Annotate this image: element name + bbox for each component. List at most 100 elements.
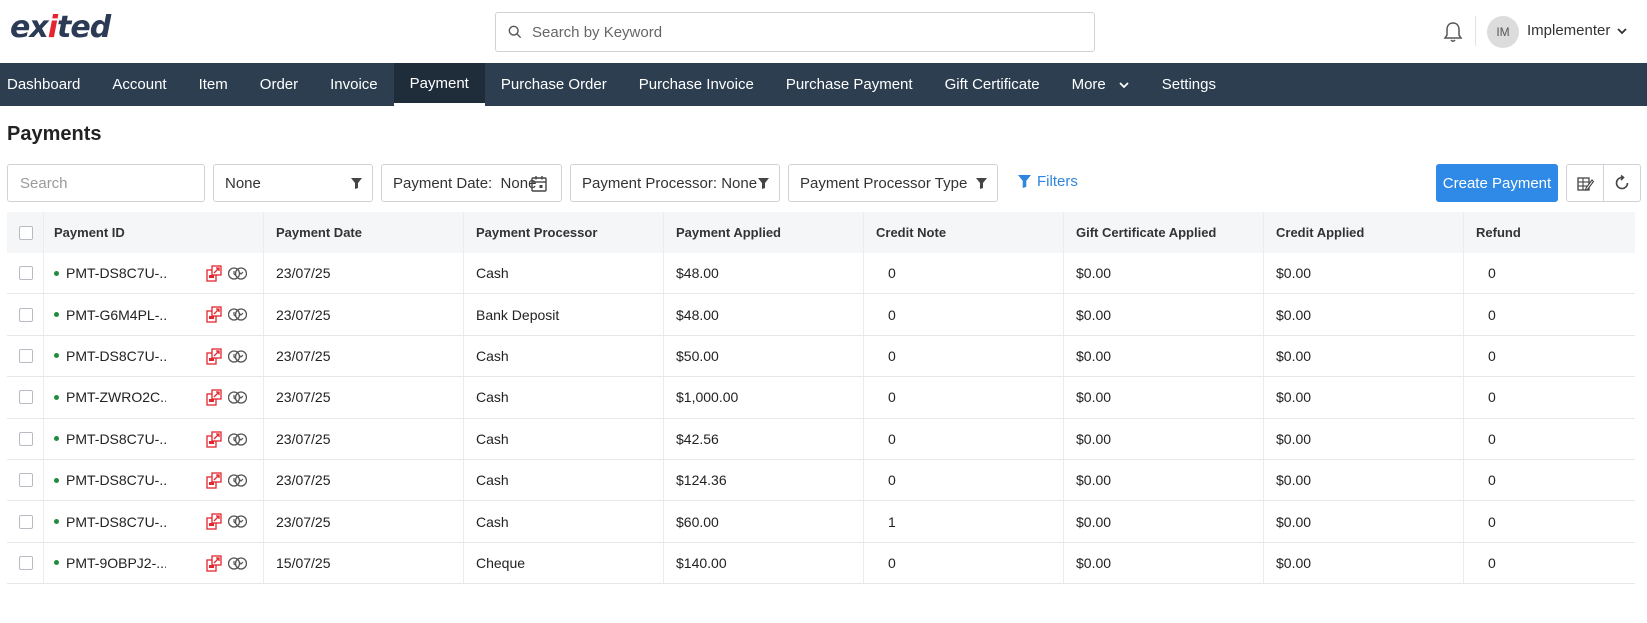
global-search[interactable] <box>495 12 1095 52</box>
table-row[interactable]: PMT-DS8C7U-... 23/07/25 Cash $48.00 0 $0… <box>7 253 1635 295</box>
table-row[interactable]: PMT-G6M4PL-... 23/07/25 Bank Deposit $48… <box>7 294 1635 336</box>
cell-text: $0.00 <box>1076 513 1112 530</box>
row-select-cell <box>7 335 44 377</box>
gift-certificate-cell: $0.00 <box>1064 418 1264 459</box>
filters-link[interactable]: Filters <box>1018 173 1078 190</box>
nav-item-payment[interactable]: Payment <box>393 63 485 106</box>
pdf-export-icon[interactable] <box>206 430 222 448</box>
global-search-input[interactable] <box>532 23 1072 41</box>
pdf-export-icon[interactable] <box>206 472 222 489</box>
pdf-export-icon[interactable] <box>206 389 222 406</box>
payment-id-link[interactable]: PMT-ZWRO2C... <box>66 389 166 405</box>
payment-applied-cell: $48.00 <box>664 294 864 335</box>
row-checkbox[interactable] <box>19 555 33 570</box>
table-row[interactable]: PMT-DS8C7U-... 23/07/25 Cash $60.00 1 $0… <box>7 501 1635 543</box>
pdf-export-icon[interactable] <box>206 555 222 572</box>
table-search[interactable] <box>7 164 205 202</box>
nav-item-account[interactable]: Account <box>96 63 182 106</box>
payment-id-cell: PMT-DS8C7U-... <box>44 253 264 294</box>
table-row[interactable]: PMT-ZWRO2C... 23/07/25 Cash $1,000.00 0 … <box>7 377 1635 419</box>
table-row[interactable]: PMT-DS8C7U-... 23/07/25 Cash $42.56 0 $0… <box>7 418 1635 460</box>
nav-item-invoice[interactable]: Invoice <box>314 63 394 106</box>
cell-text: 0 <box>1488 554 1496 571</box>
payment-id-link[interactable]: PMT-DS8C7U-... <box>66 348 166 364</box>
cell-text: $0.00 <box>1276 347 1312 364</box>
nav-item-purchase-order[interactable]: Purchase Order <box>485 63 623 106</box>
sync-icon[interactable] <box>228 431 247 448</box>
gift-certificate-cell: $0.00 <box>1064 542 1264 584</box>
sync-icon[interactable] <box>228 555 247 572</box>
col-header-payment-id[interactable]: Payment ID <box>44 212 264 253</box>
status-dot <box>54 436 59 442</box>
table-row[interactable]: PMT-9OBPJ2-... 15/07/25 Cheque $140.00 0… <box>7 542 1635 585</box>
row-checkbox[interactable] <box>19 348 33 363</box>
nav-item-order[interactable]: Order <box>244 63 314 106</box>
refresh-button[interactable] <box>1603 164 1641 202</box>
pdf-export-icon[interactable] <box>206 306 222 324</box>
cell-text: $0.00 <box>1076 306 1112 323</box>
nav-item-purchase-payment[interactable]: Purchase Payment <box>770 63 929 106</box>
filter-select[interactable]: None <box>213 164 373 202</box>
col-header-payment-applied[interactable]: Payment Applied <box>664 212 864 253</box>
credit-applied-cell: $0.00 <box>1264 542 1464 584</box>
pdf-export-icon[interactable] <box>206 513 222 530</box>
table-row[interactable]: PMT-DS8C7U-... 23/07/25 Cash $50.00 0 $0… <box>7 335 1635 378</box>
row-checkbox[interactable] <box>19 431 33 446</box>
select-value: Payment Processor Type <box>800 174 968 192</box>
sync-icon[interactable] <box>228 265 247 282</box>
sync-icon[interactable] <box>228 389 247 406</box>
row-checkbox[interactable] <box>19 266 33 281</box>
status-dot <box>54 519 59 525</box>
row-checkbox[interactable] <box>19 473 33 488</box>
col-header-label: Credit Note <box>876 225 947 240</box>
sync-icon[interactable] <box>228 348 247 365</box>
create-payment-button[interactable]: Create Payment <box>1436 164 1558 202</box>
row-checkbox[interactable] <box>19 390 33 405</box>
pdf-export-icon[interactable] <box>206 348 222 365</box>
nav-item-more[interactable]: More <box>1056 63 1146 106</box>
payment-id-link[interactable]: PMT-DS8C7U-... <box>66 265 166 281</box>
cell-text: $0.00 <box>1076 265 1112 282</box>
table-search-input[interactable] <box>8 165 204 201</box>
sync-icon[interactable] <box>228 472 247 489</box>
nav-item-dashboard[interactable]: Dashboard <box>0 63 96 106</box>
payment-id-link[interactable]: PMT-DS8C7U-... <box>66 514 166 530</box>
table-row[interactable]: PMT-DS8C7U-... 23/07/25 Cash $124.36 0 $… <box>7 459 1635 502</box>
sync-icon[interactable] <box>228 513 247 530</box>
col-header-refund[interactable]: Refund <box>1464 212 1635 253</box>
nav-item-purchase-invoice[interactable]: Purchase Invoice <box>623 63 770 106</box>
col-header-payment-date[interactable]: Payment Date <box>264 212 464 253</box>
nav-item-item[interactable]: Item <box>183 63 244 106</box>
refund-cell: 0 <box>1464 336 1635 376</box>
col-header-credit-applied[interactable]: Credit Applied <box>1264 212 1464 253</box>
col-header-gift-certificate-applied[interactable]: Gift Certificate Applied <box>1064 212 1264 253</box>
nav-item-gift-certificate[interactable]: Gift Certificate <box>929 63 1056 106</box>
bell-icon[interactable] <box>1442 20 1464 44</box>
cell-text: 0 <box>888 306 896 323</box>
row-checkbox[interactable] <box>19 514 33 529</box>
payment-id-link[interactable]: PMT-DS8C7U-... <box>66 431 166 447</box>
payment-id-link[interactable]: PMT-DS8C7U-... <box>66 472 166 488</box>
cell-text: Cash <box>476 430 509 447</box>
col-header-payment-processor[interactable]: Payment Processor <box>464 212 664 253</box>
chevron-down-icon[interactable] <box>1615 24 1629 38</box>
col-header-credit-note[interactable]: Credit Note <box>864 212 1064 253</box>
payment-processor-select[interactable]: Payment Processor: None <box>570 164 780 202</box>
payment-id-link[interactable]: PMT-G6M4PL-... <box>66 307 166 323</box>
pdf-export-icon[interactable] <box>206 265 222 282</box>
credit-applied-cell: $0.00 <box>1264 501 1464 542</box>
row-checkbox[interactable] <box>19 307 33 322</box>
nav-item-settings[interactable]: Settings <box>1146 63 1232 106</box>
edit-columns-button[interactable] <box>1566 164 1604 202</box>
user-name[interactable]: Implementer <box>1527 22 1610 39</box>
payment-processor-type-select[interactable]: Payment Processor Type <box>788 164 998 202</box>
cell-text: $140.00 <box>676 554 727 571</box>
credit-note-cell: 0 <box>864 335 1064 377</box>
app-logo[interactable]: exited <box>10 10 111 45</box>
avatar[interactable]: IM <box>1487 16 1519 48</box>
payment-id-link[interactable]: PMT-9OBPJ2-... <box>66 555 166 571</box>
cell-text: $48.00 <box>676 306 719 323</box>
sync-icon[interactable] <box>228 306 247 323</box>
payment-date-picker[interactable]: Payment Date: None <box>381 164 562 202</box>
select-all-checkbox[interactable] <box>19 225 33 240</box>
